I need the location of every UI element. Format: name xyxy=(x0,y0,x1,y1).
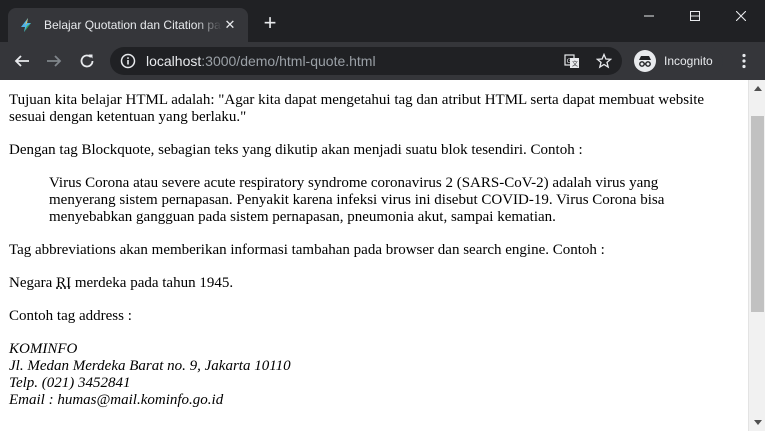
incognito-indicator[interactable]: Incognito xyxy=(630,47,723,75)
browser-toolbar: localhost:3000/demo/html-quote.html G文 I… xyxy=(0,42,765,80)
url-path: :3000/demo/html-quote.html xyxy=(201,53,376,69)
minimize-icon[interactable] xyxy=(626,0,672,32)
tab-close-icon[interactable]: ✕ xyxy=(222,17,238,33)
browser-tab[interactable]: Belajar Quotation dan Citation pada HTML… xyxy=(8,8,248,42)
address-block: KOMINFO Jl. Medan Merdeka Barat no. 9, J… xyxy=(9,341,740,409)
tab-title: Belajar Quotation dan Citation pada HTML xyxy=(44,18,222,32)
address-line: KOMINFO xyxy=(9,341,78,357)
forward-icon[interactable] xyxy=(40,47,68,75)
address-bar[interactable]: localhost:3000/demo/html-quote.html G文 xyxy=(110,47,622,75)
blockquote-intro: Dengan tag Blockquote, sebagian teks yan… xyxy=(9,142,583,158)
page-favicon-icon xyxy=(18,17,34,33)
vertical-scrollbar[interactable] xyxy=(748,80,765,431)
back-icon[interactable] xyxy=(8,47,36,75)
maximize-icon[interactable] xyxy=(672,0,718,32)
scroll-up-icon[interactable] xyxy=(749,80,765,97)
address-line: Jl. Medan Merdeka Barat no. 9, Jakarta 1… xyxy=(9,358,291,374)
scrollbar-thumb[interactable] xyxy=(751,116,764,312)
intro-paragraph: Tujuan kita belajar HTML adalah: "Agar k… xyxy=(9,92,705,125)
svg-text:文: 文 xyxy=(572,60,578,68)
address-intro: Contoh tag address : xyxy=(9,308,132,324)
abbr-before: Negara xyxy=(9,275,57,291)
url-text: localhost:3000/demo/html-quote.html xyxy=(146,53,376,69)
bookmark-star-icon[interactable] xyxy=(596,53,612,69)
abbr-intro: Tag abbreviations akan memberikan inform… xyxy=(9,242,605,258)
url-host: localhost xyxy=(146,53,202,69)
reload-icon[interactable] xyxy=(73,47,101,75)
site-info-icon[interactable] xyxy=(120,53,136,69)
page-content: Tujuan kita belajar HTML adalah: "Agar k… xyxy=(0,80,748,409)
scroll-down-icon[interactable] xyxy=(749,414,765,431)
svg-text:G: G xyxy=(567,58,572,65)
translate-icon[interactable]: G文 xyxy=(564,53,580,69)
incognito-label: Incognito xyxy=(664,54,713,68)
window-close-icon[interactable] xyxy=(718,0,764,32)
blockquote: Virus Corona atau severe acute respirato… xyxy=(49,175,665,225)
abbr-after: merdeka pada tahun 1945. xyxy=(71,275,234,291)
abbr-example: Negara RI merdeka pada tahun 1945. xyxy=(9,275,740,292)
incognito-icon xyxy=(634,50,656,72)
page-viewport: Tujuan kita belajar HTML adalah: "Agar k… xyxy=(0,80,748,431)
new-tab-icon[interactable]: + xyxy=(258,12,282,36)
abbr-ri[interactable]: RI xyxy=(56,275,71,291)
address-line: Email : humas@mail.kominfo.go.id xyxy=(9,392,224,408)
more-menu-icon[interactable] xyxy=(732,47,756,75)
address-line: Telp. (021) 3452841 xyxy=(9,375,131,391)
